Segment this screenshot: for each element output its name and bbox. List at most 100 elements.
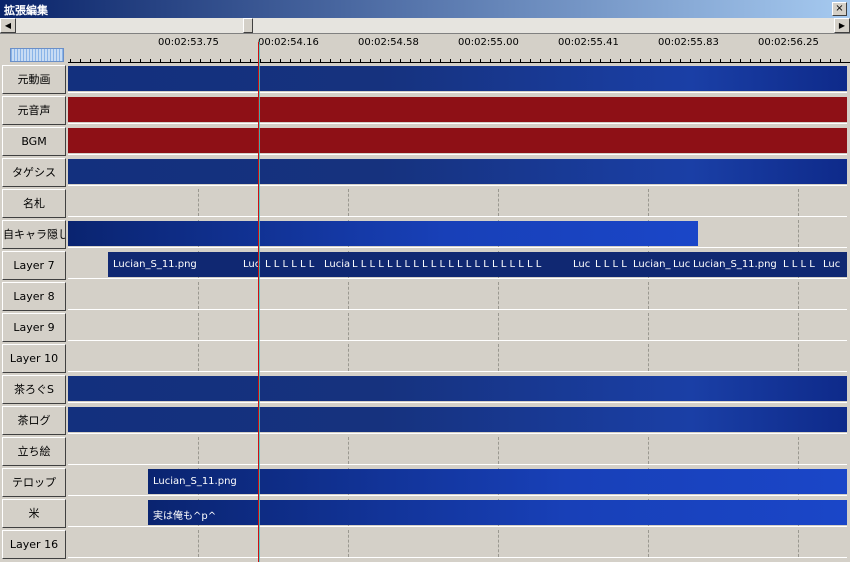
- layer-track[interactable]: [68, 344, 847, 372]
- grid-line: [498, 437, 499, 464]
- layer-label[interactable]: BGM: [2, 127, 66, 156]
- ruler-tick: [760, 59, 761, 63]
- layer-label[interactable]: Layer 9: [2, 313, 66, 342]
- ruler-tick: [250, 59, 251, 63]
- grid-line: [798, 220, 799, 247]
- clip-label: Lucian_S_11.png: [693, 259, 777, 270]
- timeline-clip[interactable]: [68, 221, 698, 246]
- ruler-tick: [100, 59, 101, 63]
- ruler-tick: [140, 59, 141, 63]
- ruler-tick: [750, 59, 751, 63]
- layer-label[interactable]: 自キャラ隠し: [2, 220, 66, 249]
- layer-track[interactable]: [68, 127, 847, 155]
- layer-label[interactable]: テロップ: [2, 468, 66, 497]
- horizontal-scrollbar[interactable]: ◀ ▶: [0, 18, 850, 33]
- ruler-tick: [240, 59, 241, 63]
- grid-line: [348, 437, 349, 464]
- ruler-tick: [470, 59, 471, 63]
- layer-row: Layer 9: [0, 312, 850, 343]
- layer-row: 米 実は俺も^p^: [0, 498, 850, 529]
- layer-label[interactable]: 元音声: [2, 96, 66, 125]
- layer-label[interactable]: Layer 10: [2, 344, 66, 373]
- clip-label: Luc: [823, 259, 841, 270]
- layer-label[interactable]: 名札: [2, 189, 66, 218]
- ruler-tick: [230, 59, 231, 63]
- ruler-tick: [670, 59, 671, 63]
- ruler-tick: [340, 59, 341, 63]
- layer-track[interactable]: [68, 437, 847, 465]
- layer-label[interactable]: 元動画: [2, 65, 66, 94]
- ruler-tick: [650, 59, 651, 63]
- timecode-label: 00:02:55.41: [558, 37, 619, 48]
- layer-track[interactable]: Lucian_S_11.png: [68, 468, 847, 496]
- ruler-tick: [150, 59, 151, 63]
- layer-track[interactable]: [68, 220, 847, 248]
- layer-track[interactable]: [68, 375, 847, 403]
- timecode-label: 00:02:54.58: [358, 37, 419, 48]
- ruler-tick: [770, 59, 771, 63]
- ruler-tick: [360, 59, 361, 63]
- layer-label[interactable]: Layer 8: [2, 282, 66, 311]
- layer-track[interactable]: [68, 406, 847, 434]
- timeline-clip[interactable]: 実は俺も^p^: [148, 500, 847, 525]
- grid-line: [498, 282, 499, 309]
- zoom-control[interactable]: [10, 48, 64, 62]
- timeline-clip[interactable]: Lucian_S_11.png: [148, 469, 847, 494]
- layer-row: Layer 10: [0, 343, 850, 374]
- ruler-tick: [710, 59, 711, 63]
- grid-line: [198, 344, 199, 371]
- timeline-clip[interactable]: Lucian_S_11.png Luc L L L L L L Lucia L …: [108, 252, 847, 277]
- layer-label[interactable]: タゲシス: [2, 158, 66, 187]
- timeline-clip[interactable]: [68, 66, 847, 91]
- layer-label[interactable]: Layer 16: [2, 530, 66, 559]
- ruler-tick: [400, 59, 401, 63]
- close-button[interactable]: ×: [832, 2, 847, 16]
- layer-label[interactable]: 米: [2, 499, 66, 528]
- scroll-left-button[interactable]: ◀: [0, 18, 16, 33]
- scroll-thumb[interactable]: [243, 18, 253, 33]
- window-title: 拡張編集: [4, 4, 48, 17]
- layer-row: 立ち絵: [0, 436, 850, 467]
- time-ruler[interactable]: 00:02:53.75 00:02:54.16 00:02:54.58 00:0…: [0, 33, 850, 65]
- ruler-tick: [510, 59, 511, 63]
- layer-track[interactable]: [68, 530, 847, 558]
- layer-row: 名札: [0, 188, 850, 219]
- ruler-tick: [820, 59, 821, 63]
- timeline-clip[interactable]: [68, 159, 847, 184]
- ruler-tick: [290, 59, 291, 63]
- layer-track[interactable]: [68, 65, 847, 93]
- layer-track[interactable]: [68, 158, 847, 186]
- layer-label[interactable]: Layer 7: [2, 251, 66, 280]
- clip-label: Lucian_S_11.png: [153, 476, 237, 487]
- clip-label: L L L L L L L L L L L L L L L L L L L L …: [352, 259, 542, 270]
- grid-line: [348, 313, 349, 340]
- scroll-right-button[interactable]: ▶: [834, 18, 850, 33]
- layer-track[interactable]: Lucian_S_11.png Luc L L L L L L Lucia L …: [68, 251, 847, 279]
- timeline-clip[interactable]: [68, 128, 847, 153]
- layer-label[interactable]: 茶ろぐS: [2, 375, 66, 404]
- grid-line: [498, 313, 499, 340]
- layer-label[interactable]: 茶ログ: [2, 406, 66, 435]
- layer-track[interactable]: [68, 189, 847, 217]
- timeline-clip[interactable]: [68, 97, 847, 122]
- ruler-tick: [810, 59, 811, 63]
- layer-track[interactable]: 実は俺も^p^: [68, 499, 847, 527]
- layer-track[interactable]: [68, 313, 847, 341]
- timeline-clip[interactable]: [68, 407, 847, 432]
- ruler-tick: [110, 59, 111, 63]
- layer-track[interactable]: [68, 96, 847, 124]
- layer-track[interactable]: [68, 282, 847, 310]
- ruler-tick: [660, 59, 661, 63]
- ruler-tick: [130, 59, 131, 63]
- ruler-tick: [780, 59, 781, 63]
- ruler-tick: [410, 59, 411, 63]
- ruler-tick: [170, 59, 171, 63]
- ruler-tick: [390, 59, 391, 63]
- title-bar[interactable]: 拡張編集 ×: [0, 0, 850, 18]
- ruler-tick: [640, 59, 641, 63]
- ruler-tick: [700, 59, 701, 63]
- timeline-clip[interactable]: [68, 376, 847, 401]
- grid-line: [648, 530, 649, 557]
- layer-label[interactable]: 立ち絵: [2, 437, 66, 466]
- timecode-label: 00:02:55.83: [658, 37, 719, 48]
